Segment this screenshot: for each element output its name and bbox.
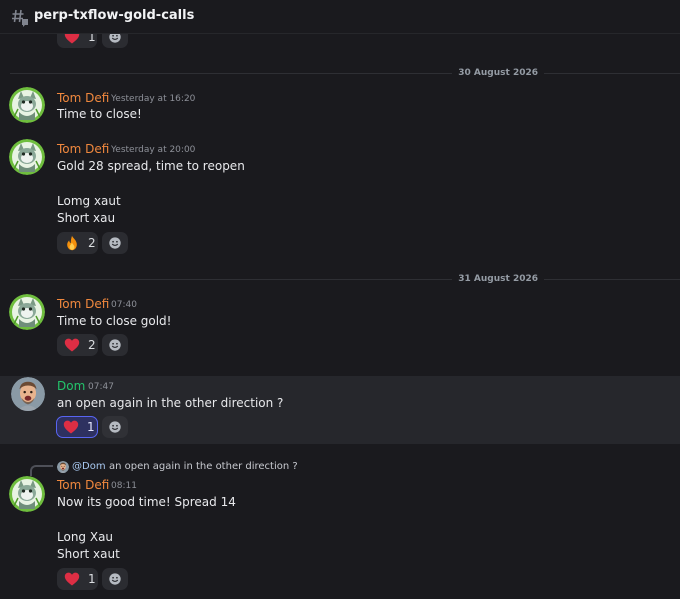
heart-icon [64, 571, 80, 587]
message-text: Time to close! [57, 107, 142, 121]
add-reaction-button[interactable] [102, 416, 128, 438]
reaction-fire[interactable]: 2 [57, 232, 98, 254]
message-timestamp: Yesterday at 20:00 [111, 145, 196, 155]
avatar[interactable] [9, 139, 45, 175]
heart-icon [63, 419, 79, 435]
date-divider-label: 31 August 2026 [452, 272, 544, 286]
avatar[interactable] [9, 87, 45, 123]
reply-avatar [57, 461, 69, 473]
add-reaction-icon [108, 236, 122, 250]
add-reaction-button[interactable] [102, 334, 128, 356]
reaction-count: 1 [87, 420, 95, 434]
heart-icon [64, 337, 80, 353]
message-author[interactable]: Tom Defi [57, 477, 109, 493]
add-reaction-icon [108, 420, 122, 434]
reaction-count: 1 [88, 572, 96, 586]
avatar[interactable] [9, 476, 45, 512]
reaction-heart[interactable]: 2 [57, 334, 98, 356]
message-text: Short xaut [57, 547, 120, 561]
reply-preview-text[interactable]: an open again in the other direction ? [109, 460, 298, 474]
channel-header: perp-txflow-gold-calls [0, 0, 680, 34]
add-reaction-button[interactable] [102, 568, 128, 590]
reaction-heart[interactable]: 1 [56, 416, 98, 438]
avatar[interactable] [9, 294, 45, 330]
message-timestamp: Yesterday at 16:20 [111, 94, 196, 104]
channel-name: perp-txflow-gold-calls [34, 8, 195, 23]
message-timestamp: 07:47 [88, 382, 114, 392]
reply-mention[interactable]: @Dom [72, 460, 106, 474]
add-reaction-icon [108, 572, 122, 586]
message-timestamp: 08:11 [111, 481, 137, 491]
date-divider-label: 30 August 2026 [452, 66, 544, 80]
date-divider: 30 August 2026 [10, 66, 680, 80]
add-reaction-button[interactable] [102, 232, 128, 254]
message-text: Long Xau [57, 530, 114, 544]
message-text: Time to close gold! [57, 314, 172, 328]
message-text: Gold 28 spread, time to reopen [57, 159, 245, 173]
reaction-count: 2 [88, 338, 96, 352]
threads-hash-icon [11, 7, 29, 27]
avatar[interactable] [11, 377, 45, 411]
message-author[interactable]: Tom Defi [57, 296, 109, 312]
message-text: Lomg xaut [57, 194, 121, 208]
message-text: an open again in the other direction ? [57, 396, 284, 410]
fire-icon [64, 235, 80, 251]
message-text: Short xau [57, 211, 116, 225]
date-divider: 31 August 2026 [10, 272, 680, 286]
reply-connector [30, 465, 53, 476]
message-timestamp: 07:40 [111, 300, 137, 310]
reaction-heart[interactable]: 1 [57, 568, 98, 590]
message-text: Now its good time! Spread 14 [57, 495, 236, 509]
add-reaction-icon [108, 338, 122, 352]
reaction-count: 2 [88, 236, 96, 250]
message-author[interactable]: Tom Defi [57, 141, 109, 157]
message-author[interactable]: Dom [57, 378, 85, 394]
message-author[interactable]: Tom Defi [57, 90, 109, 106]
